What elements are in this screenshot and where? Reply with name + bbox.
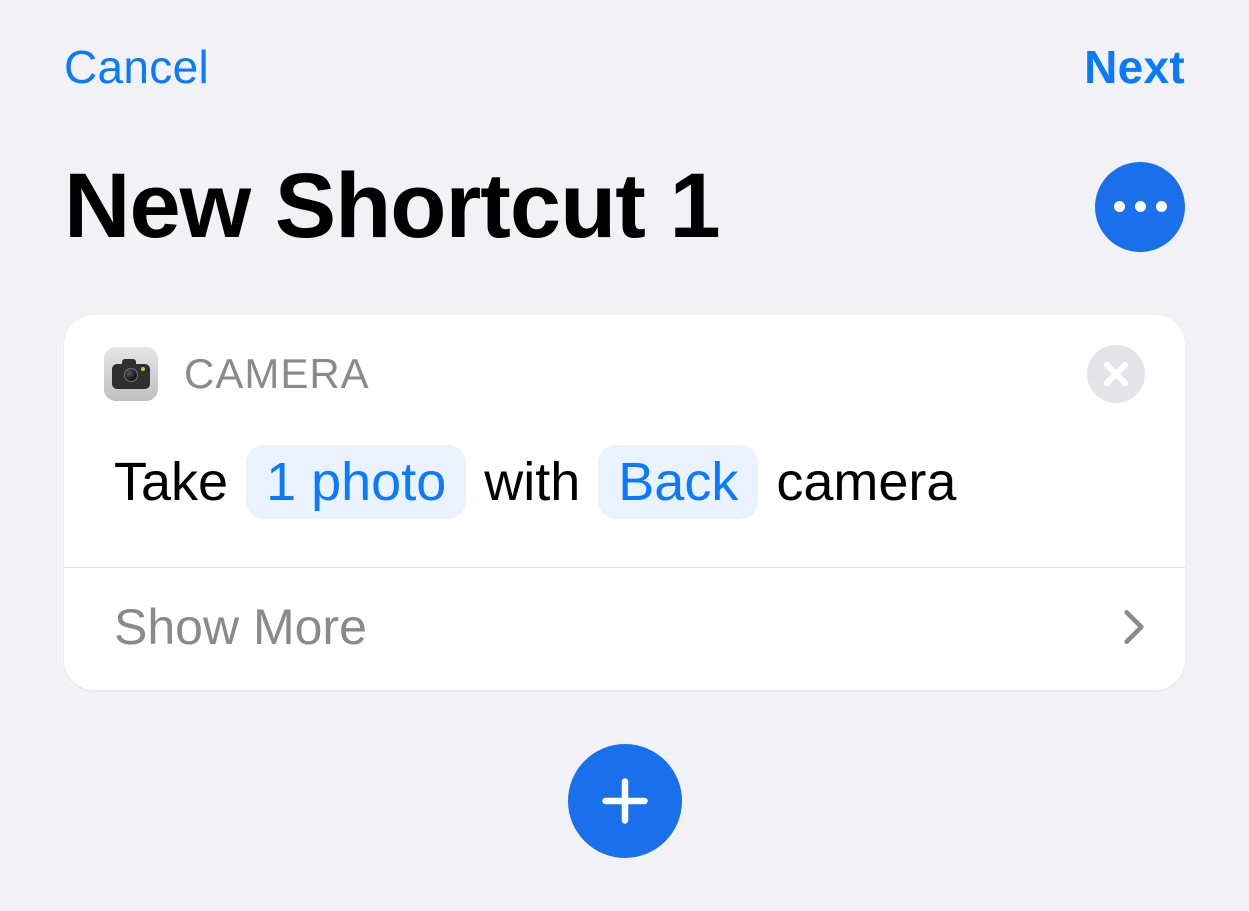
action-text-with: with bbox=[484, 451, 580, 513]
navigation-bar: Cancel Next bbox=[64, 0, 1185, 134]
chevron-right-icon bbox=[1123, 607, 1145, 647]
photo-count-parameter[interactable]: 1 photo bbox=[246, 445, 466, 519]
add-action-row bbox=[64, 738, 1185, 858]
close-icon bbox=[1102, 360, 1130, 388]
show-more-label: Show More bbox=[114, 598, 367, 656]
add-action-button[interactable] bbox=[568, 744, 682, 858]
plus-icon bbox=[599, 775, 651, 827]
title-row: New Shortcut 1 bbox=[64, 154, 1185, 259]
action-text-take: Take bbox=[114, 451, 228, 513]
remove-action-button[interactable] bbox=[1087, 345, 1145, 403]
camera-side-parameter[interactable]: Back bbox=[598, 445, 758, 519]
ellipsis-icon bbox=[1135, 201, 1146, 212]
show-more-row[interactable]: Show More bbox=[64, 568, 1185, 690]
action-card: CAMERA Take 1 photo with Back camera Sho… bbox=[64, 315, 1185, 690]
next-button[interactable]: Next bbox=[1084, 40, 1185, 94]
page-title: New Shortcut 1 bbox=[64, 154, 720, 259]
cancel-button[interactable]: Cancel bbox=[64, 40, 209, 94]
action-app-label: CAMERA bbox=[184, 350, 370, 398]
action-description: Take 1 photo with Back camera bbox=[64, 403, 1185, 567]
ellipsis-icon bbox=[1156, 201, 1167, 212]
camera-icon bbox=[112, 359, 150, 389]
more-options-button[interactable] bbox=[1095, 162, 1185, 252]
camera-app-icon bbox=[104, 347, 158, 401]
action-card-header: CAMERA bbox=[64, 315, 1185, 403]
action-text-camera: camera bbox=[776, 451, 956, 513]
ellipsis-icon bbox=[1114, 201, 1125, 212]
